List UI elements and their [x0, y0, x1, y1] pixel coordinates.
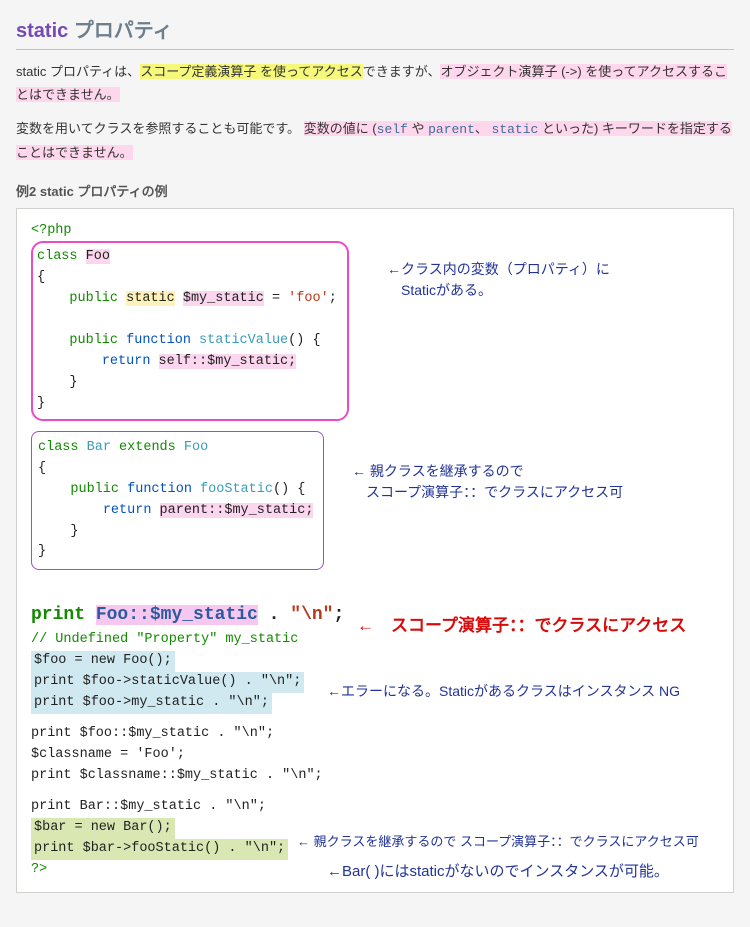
annotation-line: ←クラス内の変数（プロパティ）に [387, 261, 610, 277]
semi: ; [333, 605, 344, 625]
php-close: ?> [31, 862, 47, 877]
title-keyword: static [16, 20, 68, 42]
fn-static-value: staticValue [199, 333, 288, 348]
brace: { [37, 270, 45, 285]
text-fragment: できますが、 [363, 64, 441, 79]
class-name-foo: Foo [184, 440, 208, 455]
php-open: <?php [31, 223, 72, 238]
annotation-4: ←エラーになる。Staticがあるクラスはインスタンス NG [327, 681, 680, 702]
class-foo-code: class Foo { public static $my_static = '… [37, 247, 337, 414]
kw-public: public [69, 291, 118, 306]
comment-undefined: // Undefined "Property" my_static [31, 632, 298, 647]
stmt-new-foo: $foo = new Foo(); [31, 651, 175, 672]
kw-class: class [38, 440, 79, 455]
expr-self-my-static: self::$my_static; [159, 354, 297, 369]
class-bar-code: class Bar extends Foo { public function … [38, 438, 313, 564]
code-block: ←クラス内の変数（プロパティ）に Staticがある。 ← 親クラスを継承するの… [16, 208, 734, 894]
stmt-print-classname-scope: print $classname::$my_static . "\n"; [31, 768, 323, 783]
paren: () { [273, 482, 305, 497]
text-fragment: 変数を用いてクラスを参照することも可能です。 [16, 121, 300, 136]
kw-return: return [103, 503, 152, 518]
brace: } [38, 544, 46, 559]
paren: () { [288, 333, 320, 348]
example-title: 例2 static プロパティの例 [16, 181, 734, 200]
stmt-print-foo-scope: print $foo::$my_static . "\n"; [31, 726, 274, 741]
op-assign: = [264, 291, 288, 306]
code-static: static [492, 122, 539, 137]
brace: { [38, 461, 46, 476]
kw-static: static [126, 291, 175, 306]
annotation-line: ← 親クラスを継承するので [352, 463, 524, 479]
semi: ; [329, 291, 337, 306]
stmt-classname: $classname = 'Foo'; [31, 747, 185, 762]
code-open-tag: <?php [31, 221, 719, 242]
kw-print: print [31, 605, 85, 625]
kw-return: return [102, 354, 151, 369]
str-newline: "\n" [290, 605, 333, 625]
str-foo: 'foo' [288, 291, 329, 306]
annotation-line: スコープ演算子：：でクラスにアクセス可 [352, 484, 623, 500]
annotation-3: ← スコープ演算子：：でクラスにアクセス [357, 613, 686, 639]
class-foo-box: class Foo { public static $my_static = '… [31, 241, 349, 420]
annotation-5: ← 親クラスを継承するので スコープ演算子：：でクラスにアクセス可 [297, 832, 699, 852]
kw-function: function [126, 333, 191, 348]
kw-class: class [37, 249, 78, 264]
page-title: static プロパティ [16, 14, 734, 50]
stmt-new-bar: $bar = new Bar(); [31, 818, 175, 839]
brace: } [70, 524, 78, 539]
annotation-2: ← 親クラスを継承するので スコープ演算子：：でクラスにアクセス可 [352, 461, 623, 503]
brace: } [69, 375, 77, 390]
op-concat: . [258, 605, 290, 625]
annotation-1: ←クラス内の変数（プロパティ）に Staticがある。 [387, 259, 610, 301]
expr-foo-my-static: Foo::$my_static [96, 605, 258, 625]
var-my-static: $my_static [183, 291, 264, 306]
code-self: self [377, 122, 408, 137]
mid-block: print $foo::$my_static . "\n"; $classnam… [31, 724, 719, 787]
kw-extends: extends [119, 440, 176, 455]
fn-foo-static: fooStatic [200, 482, 273, 497]
code-parent: parent [428, 122, 475, 137]
class-name-foo: Foo [86, 249, 110, 264]
text-fragment: 、 [475, 121, 492, 136]
stmt-print-my-static: print $foo->my_static . "\n"; [31, 693, 272, 714]
class-name-bar: Bar [87, 440, 111, 455]
class-bar-box: class Bar extends Foo { public function … [31, 431, 324, 571]
intro-para-1: static プロパティは、スコープ定義演算子 を使ってアクセスできますが、オブ… [16, 60, 734, 107]
text-fragment: static プロパティは、 [16, 64, 140, 79]
annotation-line: Staticがある。 [387, 282, 492, 298]
annotation-6: ←Bar( )にはstaticがないのでインスタンスが可能。 [327, 861, 669, 884]
kw-public: public [70, 482, 119, 497]
expr-parent-my-static: parent::$my_static; [160, 503, 314, 518]
text-fragment: 変数の値に ( [304, 121, 377, 136]
intro-para-2: 変数を用いてクラスを参照することも可能です。 変数の値に (self や par… [16, 117, 734, 165]
text-fragment: や [408, 121, 428, 136]
kw-function: function [127, 482, 192, 497]
stmt-print-static-value: print $foo->staticValue() . "\n"; [31, 672, 304, 693]
stmt-print-bar-foostatic: print $bar->fooStatic() . "\n"; [31, 839, 288, 860]
highlight-scope-op: スコープ定義演算子 を使ってアクセス [140, 64, 363, 79]
kw-public: public [69, 333, 118, 348]
title-rest: プロパティ [68, 20, 172, 42]
brace: } [37, 396, 45, 411]
stmt-print-bar-scope: print Bar::$my_static . "\n"; [31, 799, 266, 814]
